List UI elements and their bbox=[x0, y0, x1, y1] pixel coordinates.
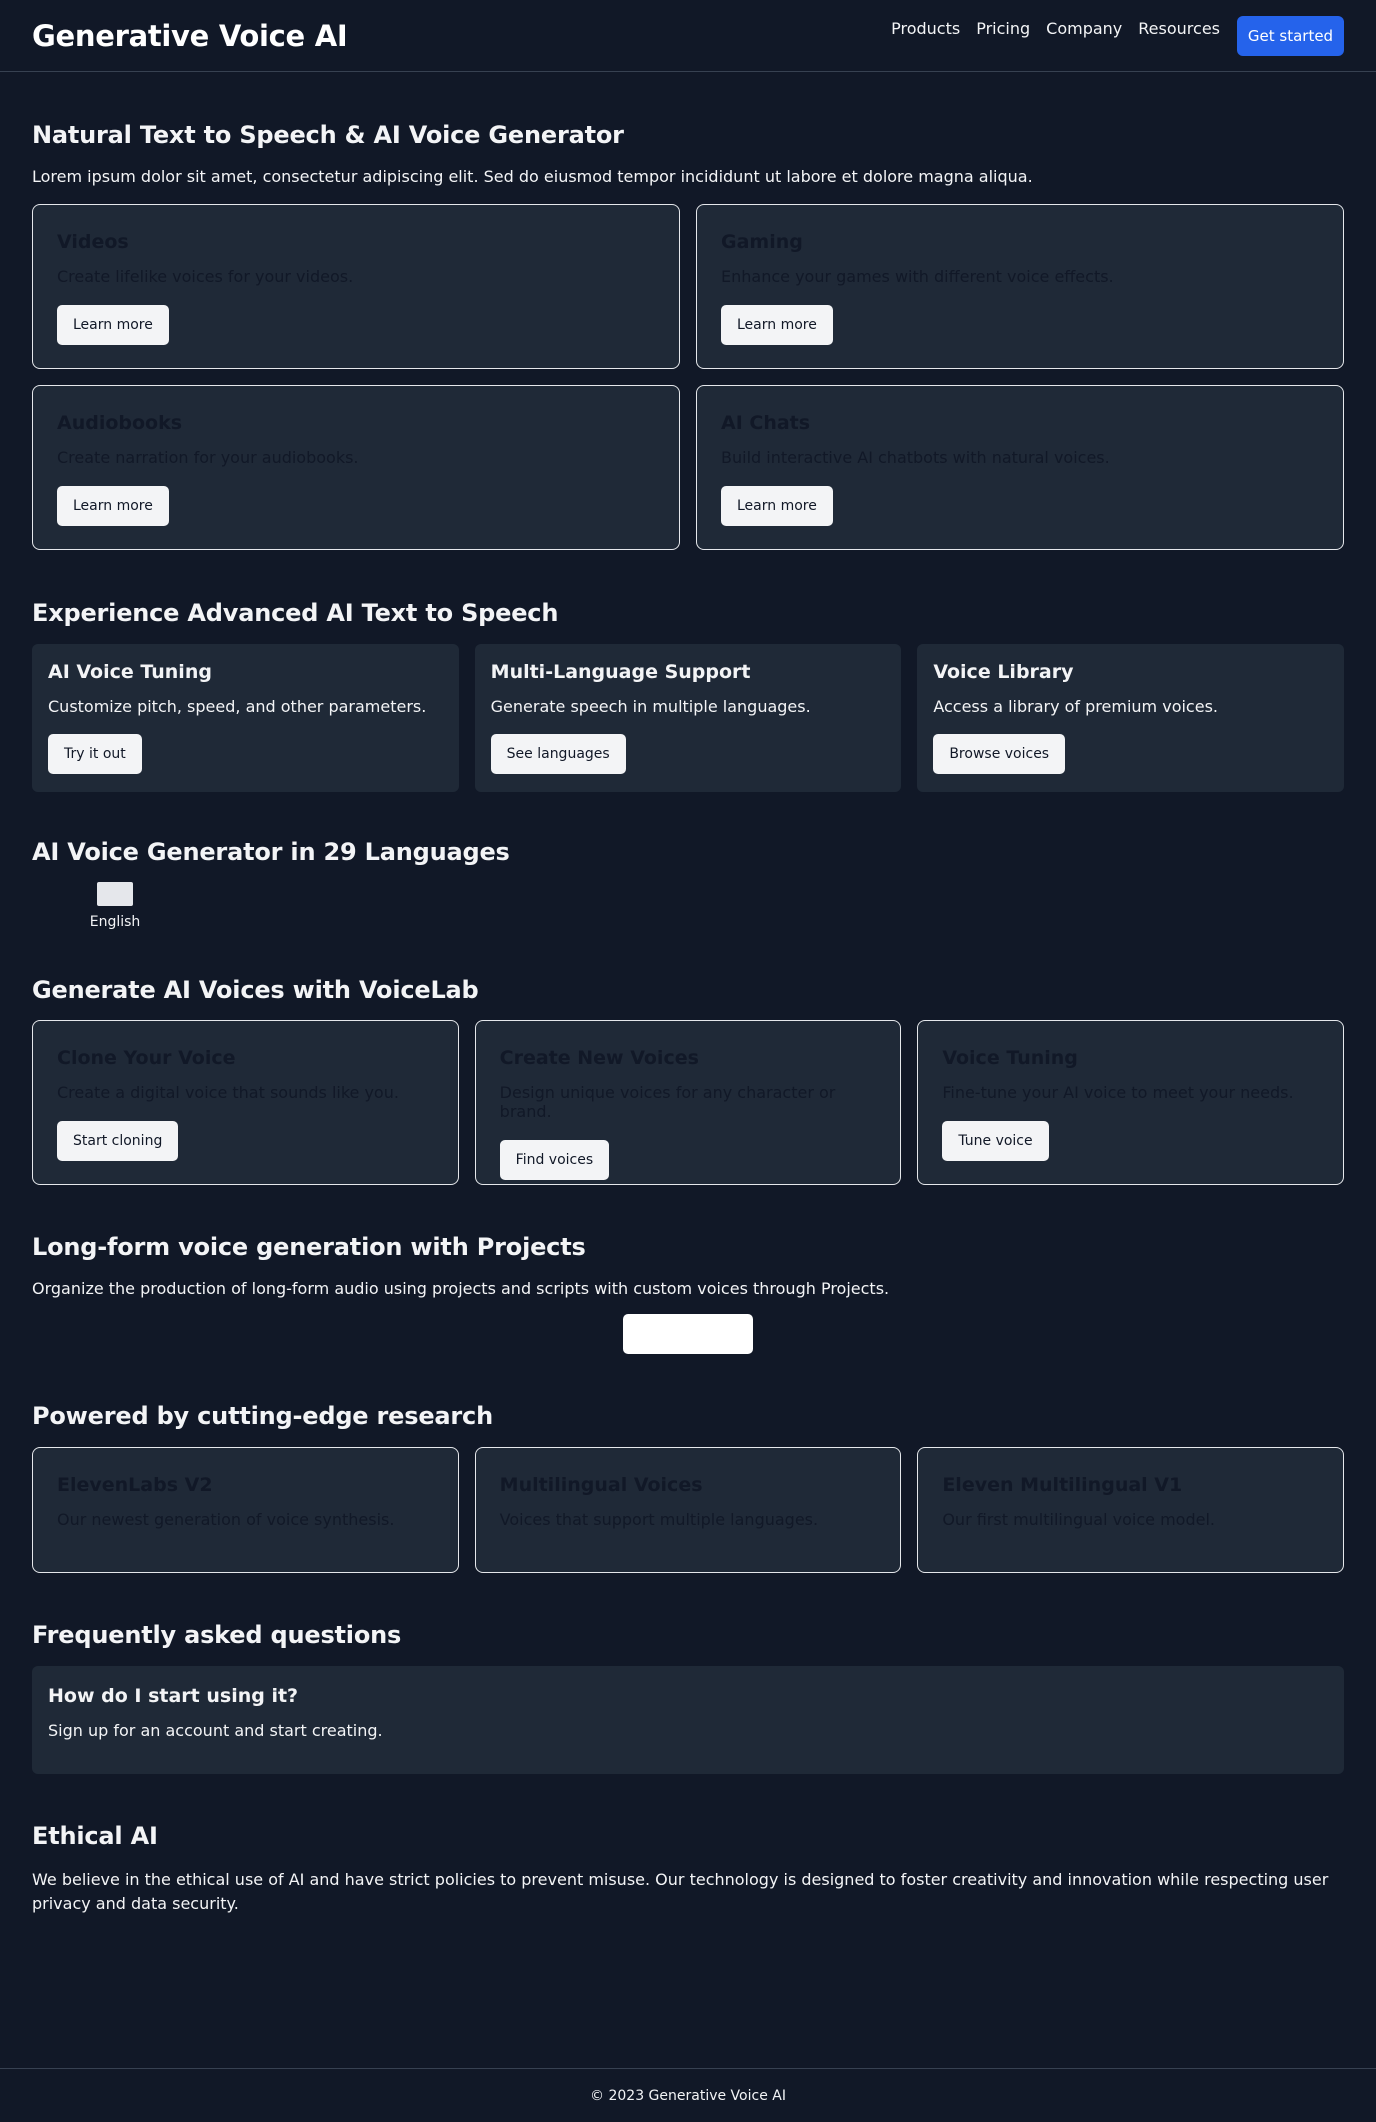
browse-voices-button[interactable]: Browse voices bbox=[933, 734, 1066, 774]
language-label: English bbox=[89, 914, 141, 930]
advanced-title: Experience Advanced AI Text to Speech bbox=[32, 599, 559, 627]
card-description: Our first multilingual voice model. bbox=[942, 1510, 1215, 1529]
hero-title: Natural Text to Speech & AI Voice Genera… bbox=[32, 121, 624, 149]
site-header: Generative Voice AI Products Pricing Com… bbox=[0, 0, 1376, 72]
card-description: Design unique voices for any character o… bbox=[499, 1083, 836, 1121]
use-case-card-audiobooks: Audiobooks Create narration for your aud… bbox=[32, 385, 680, 550]
faq-question: How do I start using it? bbox=[48, 1685, 299, 1707]
card-title: Gaming bbox=[721, 231, 803, 253]
voicelab-grid: Clone Your Voice Create a digital voice … bbox=[32, 1020, 1344, 1185]
use-case-card-videos: Videos Create lifelike voices for your v… bbox=[32, 204, 680, 369]
research-section: Powered by cutting-edge research ElevenL… bbox=[32, 1402, 1344, 1573]
card-title: Voice Tuning bbox=[942, 1047, 1078, 1069]
card-title: Voice Library bbox=[933, 661, 1074, 683]
nav-company[interactable]: Company bbox=[1046, 19, 1122, 38]
see-languages-button[interactable]: See languages bbox=[490, 734, 626, 774]
voicelab-card-create: Create New Voices Design unique voices f… bbox=[474, 1020, 902, 1185]
card-title: Eleven Multilingual V1 bbox=[942, 1474, 1183, 1496]
faq-section: Frequently asked questions How do I star… bbox=[32, 1621, 1344, 1774]
voicelab-card-tuning: Voice Tuning Fine-tune your AI voice to … bbox=[917, 1020, 1344, 1185]
voicelab-title: Generate AI Voices with VoiceLab bbox=[32, 976, 479, 1004]
try-it-out-button[interactable]: Try it out bbox=[48, 734, 142, 774]
card-description: Access a library of premium voices. bbox=[933, 697, 1218, 716]
learn-more-button[interactable]: Learn more bbox=[57, 486, 169, 526]
research-grid: ElevenLabs V2 Our newest generation of v… bbox=[32, 1447, 1344, 1573]
faq-title: Frequently asked questions bbox=[32, 1621, 402, 1649]
faq-answer: Sign up for an account and start creatin… bbox=[48, 1721, 383, 1740]
card-title: Clone Your Voice bbox=[57, 1047, 236, 1069]
research-card-multilingual-v1: Eleven Multilingual V1 Our first multili… bbox=[917, 1447, 1344, 1573]
feature-grid: AI Voice Tuning Customize pitch, speed, … bbox=[32, 644, 1344, 792]
card-description: Fine-tune your AI voice to meet your nee… bbox=[942, 1083, 1294, 1102]
main-content: Natural Text to Speech & AI Voice Genera… bbox=[0, 121, 1376, 1916]
faq-item[interactable]: How do I start using it? Sign up for an … bbox=[32, 1666, 1344, 1774]
main-nav: Products Pricing Company Resources Get s… bbox=[875, 15, 1344, 56]
research-card-multilingual: Multilingual Voices Voices that support … bbox=[474, 1447, 902, 1573]
use-case-grid: Videos Create lifelike voices for your v… bbox=[32, 204, 1344, 550]
card-description: Enhance your games with different voice … bbox=[721, 267, 1114, 286]
learn-more-button[interactable]: Learn more bbox=[721, 486, 833, 526]
ethical-section: Ethical AI We believe in the ethical use… bbox=[32, 1822, 1344, 1916]
card-title: AI Chats bbox=[721, 412, 811, 434]
use-case-card-ai-chats: AI Chats Build interactive AI chatbots w… bbox=[696, 385, 1344, 550]
hero-subtitle: Lorem ipsum dolor sit amet, consectetur … bbox=[32, 167, 1033, 186]
card-description: Customize pitch, speed, and other parame… bbox=[48, 697, 427, 716]
ethical-title: Ethical AI bbox=[32, 1822, 158, 1850]
projects-button[interactable] bbox=[623, 1314, 753, 1354]
research-title: Powered by cutting-edge research bbox=[32, 1402, 493, 1430]
languages-section: AI Voice Generator in 29 Languages Engli… bbox=[32, 838, 1344, 930]
card-title: AI Voice Tuning bbox=[48, 661, 212, 683]
card-title: Videos bbox=[57, 231, 129, 253]
use-case-card-gaming: Gaming Enhance your games with different… bbox=[696, 204, 1344, 369]
feature-card-multi-language: Multi-Language Support Generate speech i… bbox=[474, 644, 902, 792]
hero-section: Natural Text to Speech & AI Voice Genera… bbox=[32, 121, 1344, 550]
nav-products[interactable]: Products bbox=[891, 19, 960, 38]
find-voices-button[interactable]: Find voices bbox=[499, 1140, 610, 1180]
card-title: Multi-Language Support bbox=[490, 661, 751, 683]
voicelab-section: Generate AI Voices with VoiceLab Clone Y… bbox=[32, 976, 1344, 1185]
tune-voice-button[interactable]: Tune voice bbox=[942, 1121, 1049, 1161]
get-started-button[interactable]: Get started bbox=[1237, 15, 1344, 56]
site-footer: © 2023 Generative Voice AI bbox=[0, 2068, 1376, 2122]
feature-card-voice-tuning: AI Voice Tuning Customize pitch, speed, … bbox=[32, 644, 459, 792]
card-description: Our newest generation of voice synthesis… bbox=[57, 1510, 395, 1529]
start-cloning-button[interactable]: Start cloning bbox=[57, 1121, 179, 1161]
advanced-section: Experience Advanced AI Text to Speech AI… bbox=[32, 599, 1344, 792]
card-description: Voices that support multiple languages. bbox=[499, 1510, 819, 1529]
ethical-text: We believe in the ethical use of AI and … bbox=[32, 1870, 1329, 1913]
card-title: Multilingual Voices bbox=[499, 1474, 703, 1496]
card-description: Build interactive AI chatbots with natur… bbox=[721, 448, 1110, 467]
learn-more-button[interactable]: Learn more bbox=[57, 305, 169, 345]
projects-title: Long-form voice generation with Projects bbox=[32, 1233, 586, 1261]
voicelab-card-clone: Clone Your Voice Create a digital voice … bbox=[32, 1020, 459, 1185]
copyright-text: © 2023 Generative Voice AI bbox=[590, 2087, 786, 2104]
card-description: Create a digital voice that sounds like … bbox=[57, 1083, 399, 1102]
nav-pricing[interactable]: Pricing bbox=[976, 19, 1030, 38]
brand-logo[interactable]: Generative Voice AI bbox=[32, 19, 348, 53]
card-title: ElevenLabs V2 bbox=[57, 1474, 213, 1496]
flag-icon bbox=[97, 882, 133, 906]
research-card-v2: ElevenLabs V2 Our newest generation of v… bbox=[32, 1447, 459, 1573]
card-title: Create New Voices bbox=[499, 1047, 699, 1069]
learn-more-button[interactable]: Learn more bbox=[721, 305, 833, 345]
card-description: Generate speech in multiple languages. bbox=[490, 697, 811, 716]
projects-button-row bbox=[32, 1314, 1344, 1354]
projects-description: Organize the production of long-form aud… bbox=[32, 1279, 890, 1298]
card-description: Create narration for your audiobooks. bbox=[57, 448, 359, 467]
card-title: Audiobooks bbox=[57, 412, 183, 434]
nav-resources[interactable]: Resources bbox=[1138, 19, 1220, 38]
card-description: Create lifelike voices for your videos. bbox=[57, 267, 354, 286]
feature-card-voice-library: Voice Library Access a library of premiu… bbox=[917, 644, 1344, 792]
language-item-english[interactable]: English bbox=[64, 882, 166, 930]
projects-section: Long-form voice generation with Projects… bbox=[32, 1233, 1344, 1354]
languages-title: AI Voice Generator in 29 Languages bbox=[32, 838, 510, 866]
